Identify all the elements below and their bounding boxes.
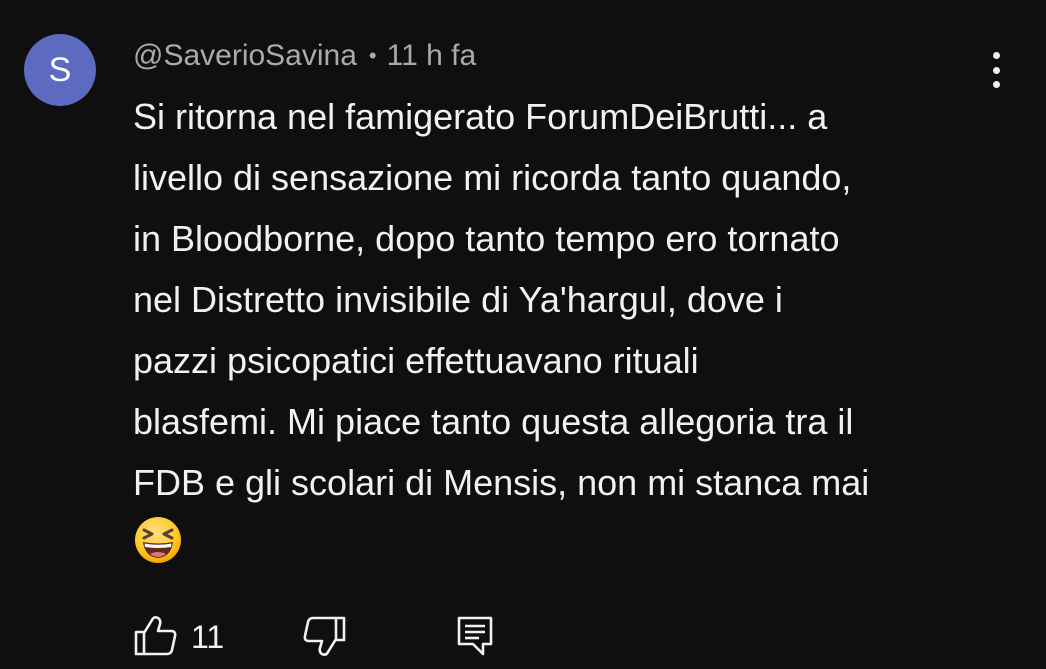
more-vertical-icon-dot: [992, 66, 1000, 74]
author-name[interactable]: @SaverioSavina: [133, 39, 357, 73]
avatar[interactable]: S: [24, 34, 96, 106]
like-button[interactable]: [133, 612, 179, 658]
comment-actions: 11: [133, 612, 533, 662]
avatar-letter: S: [48, 51, 72, 89]
more-vertical-icon-dot: [992, 52, 1000, 59]
comment-line: pazzi psicopatici effettuavano rituali: [133, 340, 699, 381]
comment-header: @SaverioSavina • 11 h fa: [133, 36, 476, 76]
comment-line: livello di sensazione mi ricorda tanto q…: [133, 157, 852, 198]
comment-timestamp[interactable]: 11 h fa: [387, 39, 477, 73]
grinning-squinting-face-icon: [133, 515, 183, 565]
dislike-button[interactable]: [301, 614, 347, 660]
thumbs-up-icon: [133, 612, 179, 658]
comment-line: FDB e gli scolari di Mensis, non mi stan…: [133, 462, 870, 503]
comment-line: Si ritorna nel famigerato ForumDeiBrutti…: [133, 96, 828, 137]
comment-line: in Bloodborne, dopo tanto tempo ero torn…: [133, 218, 840, 259]
header-separator: •: [368, 43, 377, 68]
comment-text: Si ritorna nel famigerato ForumDeiBrutti…: [133, 86, 1013, 565]
reply-comment-icon: [455, 614, 495, 658]
reply-button[interactable]: [455, 614, 495, 658]
comment: S @SaverioSavina • 11 h fa Si ritorna ne…: [0, 0, 1046, 669]
like-count: 11: [191, 619, 225, 655]
thumbs-down-icon: [301, 614, 347, 660]
comment-line: nel Distretto invisibile di Ya'hargul, d…: [133, 279, 783, 320]
comment-line: blasfemi. Mi piace tanto questa allegori…: [133, 401, 854, 442]
